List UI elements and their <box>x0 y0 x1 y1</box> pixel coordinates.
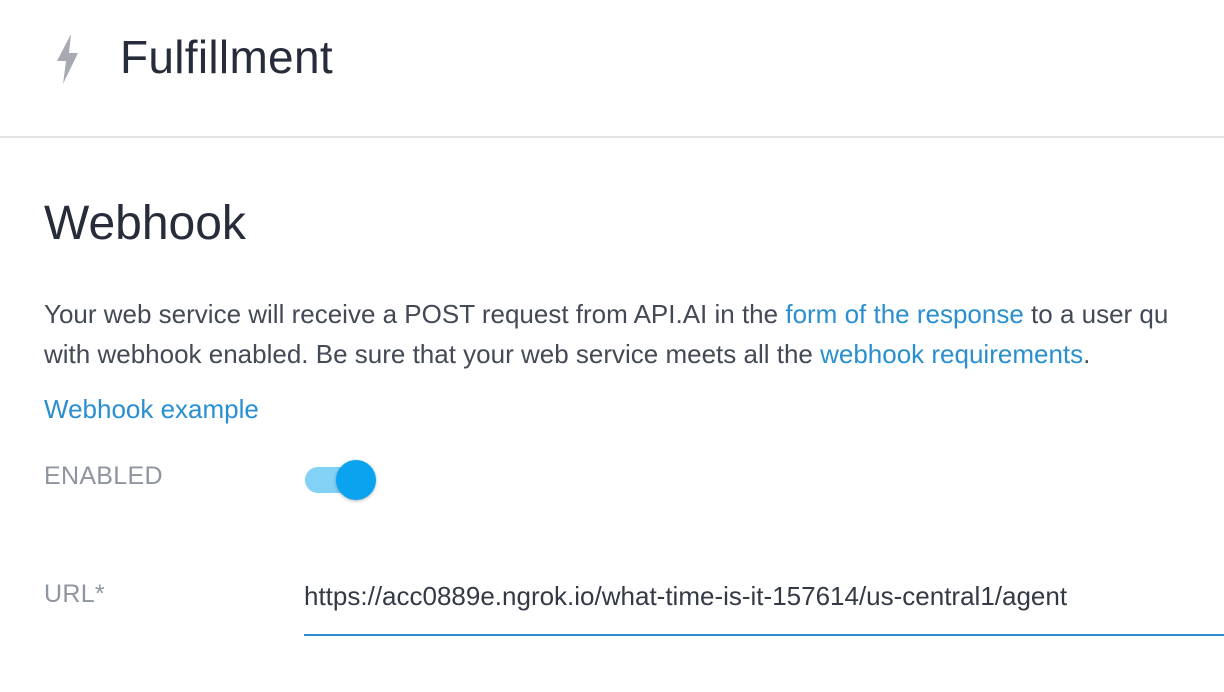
description-text: Your web service will receive a POST req… <box>44 299 786 329</box>
toggle-knob[interactable] <box>336 460 376 500</box>
webhook-requirements-link[interactable]: webhook requirements <box>820 339 1083 369</box>
description-text: to a user qu <box>1023 299 1169 329</box>
url-input[interactable] <box>304 572 1224 636</box>
description-text: with webhook enabled. Be sure that your … <box>44 339 821 369</box>
enabled-label: ENABLED <box>44 462 163 490</box>
page-title: Fulfillment <box>120 31 333 83</box>
description-line-1: Your web service will receive a POST req… <box>44 294 1224 334</box>
webhook-enabled-toggle[interactable] <box>305 460 377 500</box>
description-text: . <box>1083 339 1091 369</box>
description-line-2: with webhook enabled. Be sure that your … <box>44 334 1224 374</box>
webhook-example-link[interactable]: Webhook example <box>44 394 259 425</box>
form-of-response-link[interactable]: form of the response <box>785 299 1023 329</box>
section-title: Webhook <box>44 197 246 250</box>
url-label: URL* <box>44 580 105 608</box>
page-header: Fulfillment <box>0 0 1224 138</box>
lightning-bolt-icon <box>57 34 78 84</box>
webhook-description: Your web service will receive a POST req… <box>44 294 1224 374</box>
